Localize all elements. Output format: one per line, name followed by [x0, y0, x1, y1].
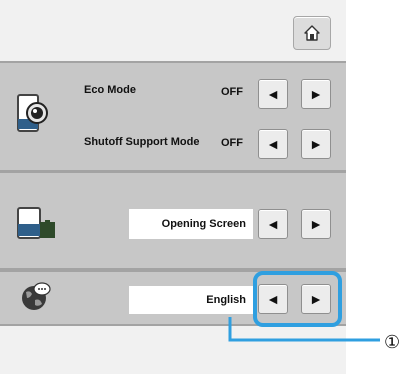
shutoff-support-mode-label: Shutoff Support Mode — [84, 136, 200, 148]
screen-saver-value: Opening Screen — [129, 209, 253, 239]
globe-icon — [22, 282, 51, 310]
callout-line — [228, 317, 380, 342]
right-arrow-icon: ► — [309, 86, 323, 102]
screen-saver-decrease-button[interactable]: ◄ — [258, 209, 288, 239]
right-arrow-icon: ► — [309, 136, 323, 152]
language-value: English — [129, 286, 253, 314]
left-arrow-icon: ◄ — [266, 86, 280, 102]
shutoff-increase-button[interactable]: ► — [301, 129, 331, 159]
eco-mode-increase-button[interactable]: ► — [301, 79, 331, 109]
screen-saver-panel: Opening Screen ◄ ► — [0, 171, 346, 270]
home-button[interactable] — [293, 16, 331, 50]
home-icon — [304, 25, 320, 41]
left-arrow-icon: ◄ — [266, 136, 280, 152]
eco-mode-value: OFF — [221, 86, 243, 98]
eco-settings-panel: Eco Mode OFF ◄ ► Shutoff Support Mode OF… — [0, 61, 346, 172]
eco-mode-icon — [17, 94, 48, 132]
shutoff-decrease-button[interactable]: ◄ — [258, 129, 288, 159]
eco-mode-label: Eco Mode — [84, 84, 136, 96]
screen-saver-icon — [17, 207, 55, 239]
shutoff-support-mode-value: OFF — [221, 137, 243, 149]
callout-number: ① — [384, 332, 401, 352]
screen-saver-value-text: Opening Screen — [161, 218, 246, 230]
screen-saver-increase-button[interactable]: ► — [301, 209, 331, 239]
right-arrow-icon: ► — [309, 216, 323, 232]
language-value-text: English — [206, 294, 246, 306]
left-arrow-icon: ◄ — [266, 216, 280, 232]
eco-mode-decrease-button[interactable]: ◄ — [258, 79, 288, 109]
